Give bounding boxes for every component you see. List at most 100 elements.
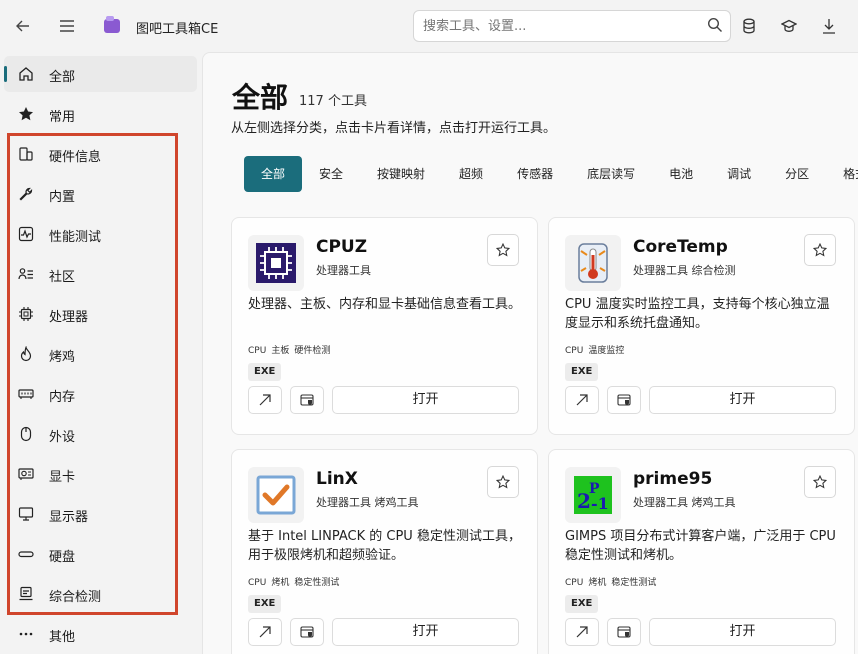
favorite-button[interactable]	[804, 234, 836, 266]
more-icon	[18, 626, 34, 642]
star-outline-icon	[496, 243, 510, 257]
tag: 稳定性测试	[611, 578, 657, 588]
open-details-button[interactable]	[248, 618, 282, 646]
tool-tags: CPU 烤机 稳定性测试	[565, 575, 661, 588]
favorite-button[interactable]	[487, 466, 519, 498]
tool-name: prime95	[633, 469, 713, 489]
cpuz-logo	[248, 235, 304, 291]
tool-tags: CPU 温度监控	[565, 343, 629, 356]
back-arrow-icon	[16, 20, 29, 32]
tool-categories: 处理器工具	[316, 264, 371, 277]
hamburger-icon	[60, 20, 74, 32]
window-shield-icon	[300, 626, 314, 638]
tag: 稳定性测试	[294, 578, 340, 588]
filter-chip-lowlevel[interactable]: 底层读写	[570, 156, 652, 192]
tool-card[interactable]: 2 P -1 prime95 处理器工具 烤鸡工具 GIMPS 项目分布式计算客户端…	[548, 449, 855, 654]
tool-name: LinX	[316, 469, 358, 489]
filter-bar: 全部 安全 按键映射 超频 传感器 底层读写 电池 调试 分区 格式化	[244, 156, 858, 192]
database-button[interactable]	[734, 11, 764, 41]
app-folder-icon	[104, 16, 120, 33]
tool-description: 处理器、主板、内存和显卡基础信息查看工具。	[248, 297, 522, 312]
filter-chip-sensors[interactable]: 传感器	[500, 156, 570, 192]
checkmark-logo	[248, 467, 304, 523]
open-button[interactable]: 打开	[332, 618, 519, 646]
home-icon	[18, 66, 34, 82]
svg-text:-1: -1	[591, 494, 609, 513]
arrow-up-right-icon	[259, 394, 271, 406]
sidebar-item-label: 全部	[49, 70, 76, 85]
tool-description: GIMPS 项目分布式计算客户端，广泛用于 CPU 稳定性测试和烤机。	[565, 529, 836, 563]
filter-chip-debug[interactable]: 调试	[710, 156, 768, 192]
star-outline-icon	[813, 475, 827, 489]
sidebar-item-other[interactable]: 其他	[4, 616, 197, 652]
window-shield-icon	[617, 394, 631, 406]
page-title: 全部	[232, 81, 289, 114]
arrow-up-right-icon	[259, 626, 271, 638]
tag: CPU	[248, 346, 267, 356]
tool-categories: 处理器工具 烤鸡工具	[316, 496, 419, 509]
run-admin-button[interactable]	[290, 386, 324, 414]
filter-chip-overclock[interactable]: 超频	[442, 156, 500, 192]
tool-categories: 处理器工具 烤鸡工具	[633, 496, 736, 509]
sidebar-item-favorites[interactable]: 常用	[4, 96, 197, 132]
sidebar-item-label: 其他	[49, 630, 76, 645]
sidebar-item-all[interactable]: 全部	[4, 56, 197, 92]
file-type-badge: EXE	[565, 595, 599, 613]
category-highlight-box	[7, 133, 178, 615]
tag: CPU	[565, 578, 584, 588]
filter-chip-security[interactable]: 安全	[302, 156, 360, 192]
star-outline-icon	[496, 475, 510, 489]
tool-name: CPUZ	[316, 237, 368, 257]
tool-card[interactable]: CoreTemp 处理器工具 综合检测 CPU 温度实时监控工具，支持每个核心独…	[548, 217, 855, 435]
tool-tags: CPU 烤机 稳定性测试	[248, 575, 344, 588]
main-content: 全部 117 个工具 从左侧选择分类，点击卡片看详情，点击打开运行工具。 全部 …	[202, 52, 858, 654]
star-outline-icon	[813, 243, 827, 257]
run-admin-button[interactable]	[607, 618, 641, 646]
database-icon	[743, 18, 755, 34]
filter-chip-all[interactable]: 全部	[244, 156, 303, 192]
tool-description: CPU 温度实时监控工具，支持每个核心独立温度显示和系统托盘通知。	[565, 297, 830, 331]
tag: 硬件检测	[294, 346, 331, 356]
download-button[interactable]	[814, 11, 844, 41]
tool-categories: 处理器工具 综合检测	[633, 264, 736, 277]
tool-name: CoreTemp	[633, 237, 728, 257]
run-admin-button[interactable]	[607, 386, 641, 414]
arrow-up-right-icon	[576, 394, 588, 406]
filter-chip-battery[interactable]: 电池	[652, 156, 710, 192]
search-icon[interactable]	[707, 17, 723, 33]
back-button[interactable]	[6, 9, 40, 43]
tool-card[interactable]: LinX 处理器工具 烤鸡工具 基于 Intel LINPACK 的 CPU 稳…	[231, 449, 538, 654]
open-details-button[interactable]	[565, 386, 599, 414]
file-type-badge: EXE	[565, 363, 599, 381]
app-title: 图吧工具箱CE	[136, 22, 219, 37]
open-details-button[interactable]	[248, 386, 282, 414]
tool-card[interactable]: CPUZ 处理器工具 处理器、主板、内存和显卡基础信息查看工具。 CPU 主板 硬件…	[231, 217, 538, 435]
tag: 烤机	[271, 578, 290, 588]
arrow-up-right-icon	[576, 626, 588, 638]
download-icon	[823, 19, 835, 34]
window-shield-icon	[300, 394, 314, 406]
filter-chip-partition[interactable]: 分区	[768, 156, 826, 192]
favorite-button[interactable]	[487, 234, 519, 266]
search-input[interactable]	[413, 10, 731, 42]
graduation-cap-icon	[781, 19, 797, 32]
open-details-button[interactable]	[565, 618, 599, 646]
file-type-badge: EXE	[248, 363, 282, 381]
file-type-badge: EXE	[248, 595, 282, 613]
open-button[interactable]: 打开	[649, 386, 836, 414]
open-button[interactable]: 打开	[649, 618, 836, 646]
menu-button[interactable]	[50, 9, 84, 43]
learn-button[interactable]	[774, 11, 804, 41]
prime95-logo: 2 P -1	[565, 467, 621, 523]
run-admin-button[interactable]	[290, 618, 324, 646]
page-subtitle: 从左侧选择分类，点击卡片看详情，点击打开运行工具。	[231, 121, 557, 136]
tag: 温度监控	[588, 346, 625, 356]
open-button[interactable]: 打开	[332, 386, 519, 414]
filter-chip-format[interactable]: 格式化	[826, 156, 858, 192]
title-bar: 图吧工具箱CE	[0, 0, 858, 52]
star-icon	[18, 106, 34, 122]
filter-chip-keymap[interactable]: 按键映射	[360, 156, 442, 192]
sidebar-item-label: 常用	[49, 110, 76, 125]
favorite-button[interactable]	[804, 466, 836, 498]
selection-indicator	[4, 66, 7, 82]
